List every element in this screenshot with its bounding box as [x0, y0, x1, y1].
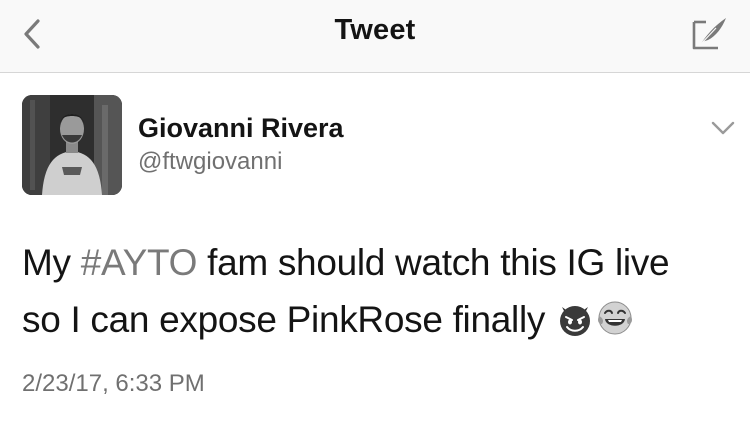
tweet-timestamp: 2/23/17, 6:33 PM [22, 370, 205, 397]
avatar[interactable] [22, 95, 122, 195]
tweet-text: My #AYTO fam should watch this IG live s… [22, 234, 722, 348]
compose-feather-icon[interactable] [686, 12, 730, 56]
tweet-text-segment: My [22, 242, 81, 283]
smiling-imp-emoji [560, 306, 591, 336]
tweet-text-segment: so I can expose PinkRose finally [22, 299, 556, 340]
tweet-text-line-1: My #AYTO fam should watch this IG live [22, 234, 722, 291]
navigation-bar: Tweet [0, 0, 750, 73]
page-title: Tweet [334, 14, 416, 46]
profile-photo [22, 95, 122, 195]
hashtag-link[interactable]: #AYTO [81, 242, 198, 283]
tears-of-joy-emoji [598, 301, 633, 335]
tweet-text-segment: fam should watch this IG live [197, 242, 670, 283]
author-handle[interactable]: @ftwgiovanni [138, 148, 282, 176]
chevron-down-icon[interactable] [710, 118, 736, 138]
tweet-text-line-2: so I can expose PinkRose finally [22, 291, 722, 348]
author-name[interactable]: Giovanni Rivera [138, 113, 344, 144]
